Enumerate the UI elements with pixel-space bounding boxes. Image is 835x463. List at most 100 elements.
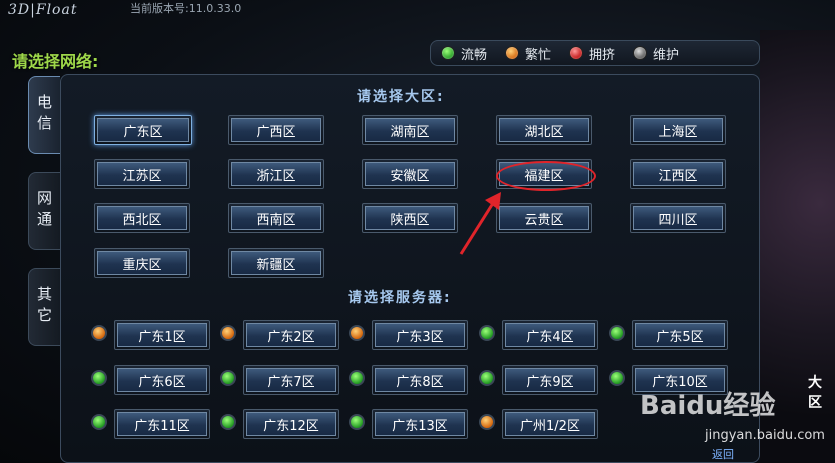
region-label: 西南区 <box>231 206 321 230</box>
server-section-title: 请选择服务器: <box>348 290 452 306</box>
region-button[interactable]: 广西区 <box>228 115 324 145</box>
server-label: 广东12区 <box>246 412 336 436</box>
server-button[interactable]: 广东5区 <box>632 320 728 350</box>
server-status-green-icon <box>91 370 107 386</box>
region-label: 上海区 <box>633 118 723 142</box>
server-status-green-icon <box>609 370 625 386</box>
server-label: 广东7区 <box>246 368 336 392</box>
region-label: 湖北区 <box>499 118 589 142</box>
region-button[interactable]: 江西区 <box>630 159 726 189</box>
tab-label: 其它 <box>35 286 53 328</box>
watermark-url: jingyan.baidu.com <box>705 428 825 443</box>
region-label: 广东区 <box>97 118 189 142</box>
server-button[interactable]: 广东4区 <box>502 320 598 350</box>
server-status-orange-icon <box>349 325 365 341</box>
legend-label: 流畅 <box>461 47 488 63</box>
watermark-brand: Baidu经验 <box>640 391 776 421</box>
server-label: 广东11区 <box>117 412 207 436</box>
tab-other[interactable]: 其它 <box>28 268 60 346</box>
region-label: 西北区 <box>97 206 187 230</box>
tab-label: 电信 <box>35 94 53 136</box>
region-button[interactable]: 安徽区 <box>362 159 458 189</box>
region-button[interactable]: 湖南区 <box>362 115 458 145</box>
region-button[interactable]: 江苏区 <box>94 159 190 189</box>
server-label: 广州1/2区 <box>505 412 595 436</box>
legend-label: 维护 <box>653 47 680 63</box>
legend-label: 拥挤 <box>589 47 616 63</box>
region-label: 江苏区 <box>97 162 187 186</box>
server-status-green-icon <box>220 414 236 430</box>
status-orange-icon <box>505 46 520 60</box>
server-status-orange-icon <box>220 325 236 341</box>
region-section-title: 请选择大区: <box>357 89 445 105</box>
server-label: 广东4区 <box>505 323 595 347</box>
region-label: 安徽区 <box>365 162 455 186</box>
tab-label: 网通 <box>35 190 53 232</box>
server-label: 广东1区 <box>117 323 207 347</box>
region-label: 重庆区 <box>97 251 187 275</box>
right-panel-label: 大区 <box>808 375 822 411</box>
server-button[interactable]: 广东11区 <box>114 409 210 439</box>
server-button[interactable]: 广东2区 <box>243 320 339 350</box>
region-label: 江西区 <box>633 162 723 186</box>
server-status-green-icon <box>91 414 107 430</box>
back-button[interactable]: 返回 <box>712 446 734 462</box>
server-label: 广东3区 <box>375 323 465 347</box>
region-label: 云贵区 <box>499 206 589 230</box>
server-label: 广东8区 <box>375 368 465 392</box>
region-label: 新疆区 <box>231 251 321 275</box>
legend-busy: 繁忙 <box>505 44 551 63</box>
server-button[interactable]: 广东6区 <box>114 365 210 395</box>
region-label: 陕西区 <box>365 206 455 230</box>
server-label: 广东9区 <box>505 368 595 392</box>
region-label: 四川区 <box>633 206 723 230</box>
region-label: 广西区 <box>231 118 321 142</box>
region-button[interactable]: 西南区 <box>228 203 324 233</box>
server-label: 广东6区 <box>117 368 207 392</box>
legend-smooth: 流畅 <box>441 44 487 63</box>
region-button[interactable]: 新疆区 <box>228 248 324 278</box>
server-button[interactable]: 广东7区 <box>243 365 339 395</box>
region-button[interactable]: 广东区 <box>94 115 192 145</box>
server-button[interactable]: 广州1/2区 <box>502 409 598 439</box>
server-button[interactable]: 广东13区 <box>372 409 468 439</box>
server-label: 广东13区 <box>375 412 465 436</box>
region-button[interactable]: 湖北区 <box>496 115 592 145</box>
server-status-orange-icon <box>479 414 495 430</box>
highlight-ellipse-annotation <box>496 161 596 191</box>
region-label: 湖南区 <box>365 118 455 142</box>
legend-crowded: 拥挤 <box>569 44 615 63</box>
region-button[interactable]: 四川区 <box>630 203 726 233</box>
server-status-orange-icon <box>91 325 107 341</box>
network-title: 请选择网络: <box>12 52 99 71</box>
server-status-green-icon <box>609 325 625 341</box>
server-button[interactable]: 广东12区 <box>243 409 339 439</box>
status-gray-icon <box>633 46 648 60</box>
version-label: 当前版本号:11.0.33.0 <box>130 2 242 15</box>
region-button[interactable]: 重庆区 <box>94 248 190 278</box>
server-button[interactable]: 广东1区 <box>114 320 210 350</box>
arrow-annotation-icon <box>459 192 501 255</box>
region-button[interactable]: 陕西区 <box>362 203 458 233</box>
server-label: 广东2区 <box>246 323 336 347</box>
status-legend: 流畅 繁忙 拥挤 维护 <box>430 40 760 66</box>
legend-label: 繁忙 <box>525 47 552 63</box>
server-button[interactable]: 广东3区 <box>372 320 468 350</box>
tab-netcom[interactable]: 网通 <box>28 172 60 250</box>
region-button[interactable]: 云贵区 <box>496 203 592 233</box>
region-button[interactable]: 上海区 <box>630 115 726 145</box>
status-green-icon <box>441 46 455 60</box>
legend-maintenance: 维护 <box>633 44 679 63</box>
server-button[interactable]: 广东8区 <box>372 365 468 395</box>
region-button[interactable]: 西北区 <box>94 203 190 233</box>
region-label: 浙江区 <box>231 162 321 186</box>
region-button[interactable]: 浙江区 <box>228 159 324 189</box>
tab-telecom[interactable]: 电信 <box>28 76 60 154</box>
server-status-green-icon <box>479 325 495 341</box>
server-status-green-icon <box>220 370 236 386</box>
game-logo: 3D|Float <box>8 2 78 18</box>
server-label: 广东5区 <box>635 323 725 347</box>
server-status-green-icon <box>479 370 495 386</box>
server-status-green-icon <box>349 370 365 386</box>
server-button[interactable]: 广东9区 <box>502 365 598 395</box>
